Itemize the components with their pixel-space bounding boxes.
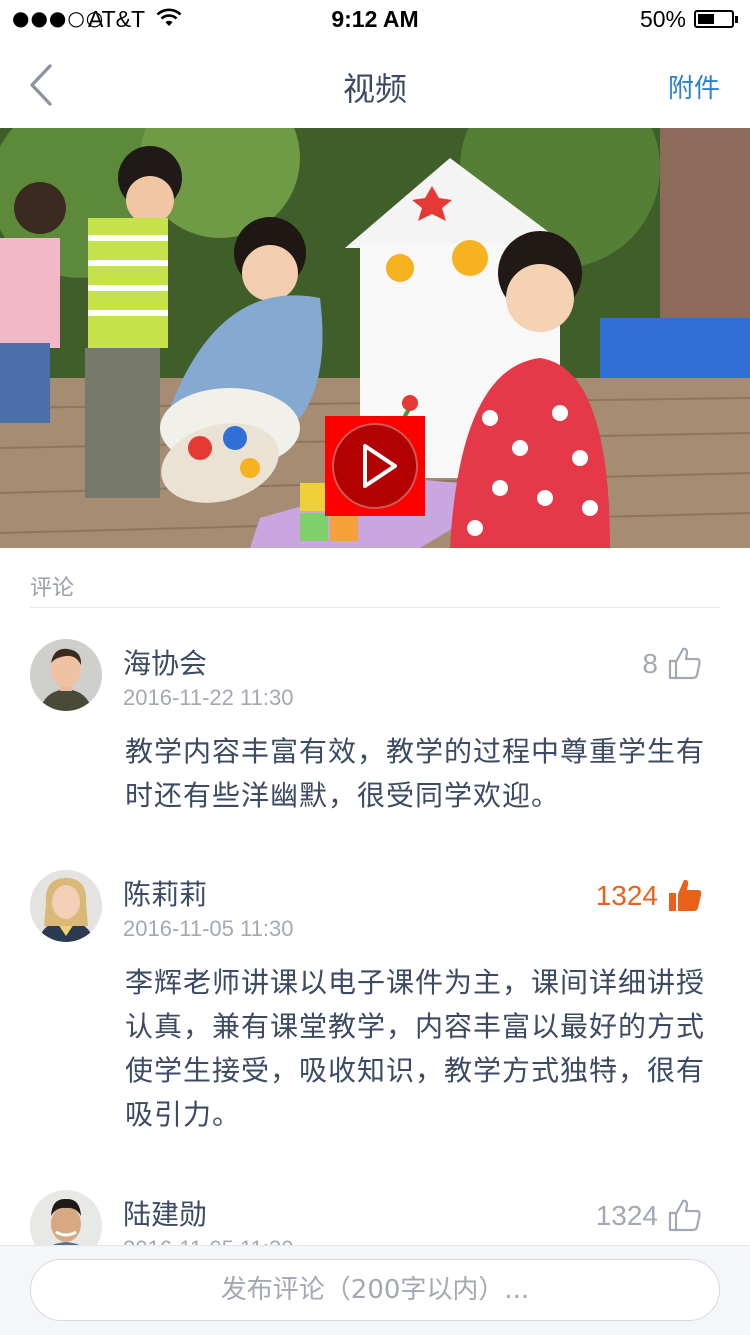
play-button[interactable] bbox=[325, 416, 425, 516]
comment-text: 李辉老师讲课以电子课件为主，课间详细讲授认真，兼有课堂教学，内容丰富以最好的方式… bbox=[125, 966, 706, 1131]
play-icon bbox=[363, 444, 397, 488]
attachments-button[interactable]: 附件 bbox=[668, 68, 720, 105]
comment-input[interactable]: 发布评论（200字以内）... bbox=[30, 1259, 720, 1321]
page-title: 视频 bbox=[342, 70, 407, 108]
comment-composer-bar: 发布评论（200字以内）... bbox=[0, 1245, 750, 1335]
navigation-bar: 视频 附件 bbox=[0, 40, 750, 128]
thumbs-up-outline-icon[interactable] bbox=[668, 1198, 702, 1232]
avatar[interactable] bbox=[30, 1190, 102, 1250]
status-bar: ●●●○○ AT&T 9:12 AM 50% bbox=[0, 0, 750, 40]
battery-icon bbox=[694, 10, 738, 28]
comment-date: 2016-11-22 11:30 bbox=[123, 685, 294, 710]
like-count: 1324 bbox=[595, 1200, 658, 1231]
clock: 9:12 AM bbox=[331, 6, 419, 32]
avatar[interactable] bbox=[30, 639, 102, 711]
commenter-name[interactable]: 海协会 bbox=[123, 642, 207, 682]
video-player[interactable] bbox=[0, 128, 750, 548]
comment-item: 陆建勋 2016-11-05 11:30 1324 bbox=[0, 1160, 750, 1250]
comment-date: 2016-11-05 11:30 bbox=[123, 916, 294, 941]
comments-section-label: 评论 bbox=[30, 576, 75, 601]
comment-item: 海协会 2016-11-22 11:30 8 教学内容丰富有效，教学的过程中尊重… bbox=[0, 608, 750, 838]
battery-percentage: 50% bbox=[639, 6, 686, 32]
avatar[interactable] bbox=[30, 870, 102, 942]
like-count: 1324 bbox=[595, 880, 658, 911]
thumbs-up-outline-icon[interactable] bbox=[668, 646, 702, 680]
comment-text: 教学内容丰富有效，教学的过程中尊重学生有时还有些洋幽默，很受同学欢迎。 bbox=[125, 735, 706, 812]
comment-item: 陈莉莉 2016-11-05 11:30 1324 李辉老师讲课以电子课件为主，… bbox=[0, 840, 750, 1160]
like-count: 8 bbox=[642, 648, 658, 679]
commenter-name[interactable]: 陆建勋 bbox=[123, 1193, 207, 1233]
thumbs-up-filled-icon[interactable] bbox=[668, 878, 702, 912]
commenter-name[interactable]: 陈莉莉 bbox=[123, 873, 207, 913]
